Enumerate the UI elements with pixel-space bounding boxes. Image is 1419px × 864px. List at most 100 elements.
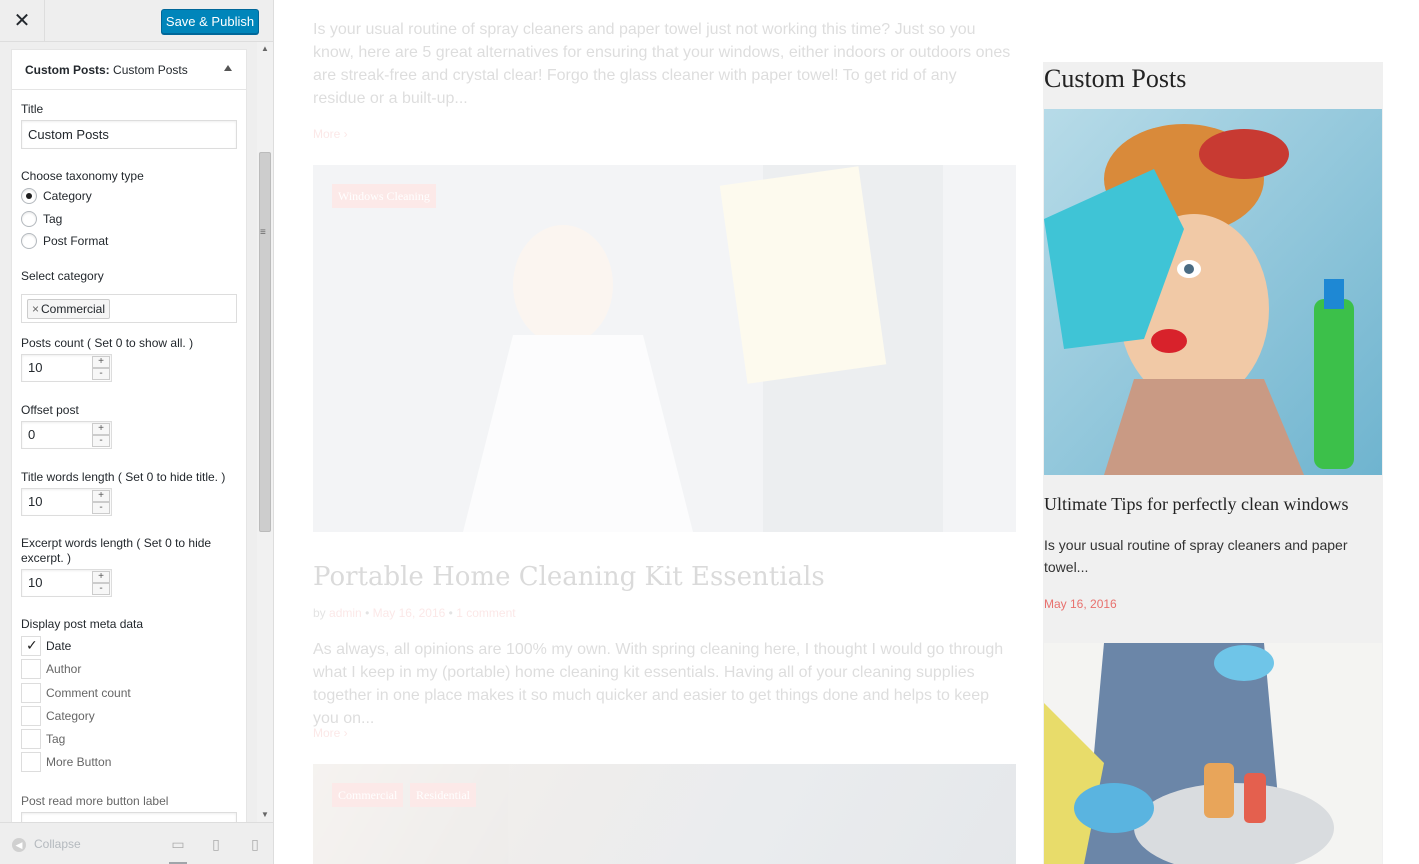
collapse-icon: ◀ <box>12 837 26 852</box>
checkbox-label: Comment count <box>46 685 131 700</box>
collapse-arrow-icon[interactable] <box>224 65 232 71</box>
taxonomy-label: Choose taxonomy type <box>21 169 144 183</box>
checkbox-label: Date <box>46 638 72 653</box>
checkbox-comment-count[interactable]: Comment count <box>21 682 131 703</box>
radio-category[interactable]: Category <box>21 186 92 204</box>
checkbox-category[interactable]: Category <box>21 705 95 726</box>
scroll-down-icon[interactable]: ▼ <box>257 808 273 822</box>
post-meta: by admin • May 16, 2016 • 1 comment <box>313 606 516 620</box>
decrement-icon[interactable]: - <box>92 502 110 514</box>
faded-post-list: Is your usual routine of spray cleaners … <box>274 0 1034 864</box>
meta-comments[interactable]: 1 comment <box>456 606 515 620</box>
post-title[interactable]: Portable Home Cleaning Kit Essentials <box>313 562 825 592</box>
excerpt-words-label: Excerpt words length ( Set 0 to hide exc… <box>21 536 212 565</box>
meta-date[interactable]: May 16, 2016 <box>373 606 446 620</box>
featured-image[interactable]: Windows Cleaning <box>313 165 1016 532</box>
title-input[interactable]: Custom Posts <box>21 120 237 149</box>
scroll-up-icon[interactable]: ▲ <box>257 42 273 56</box>
meta-separator: • <box>365 606 370 620</box>
checkbox-more-button[interactable]: More Button <box>21 751 112 772</box>
checkbox[interactable] <box>21 728 41 749</box>
category-badge[interactable]: Residential <box>410 783 476 807</box>
more-link[interactable]: More › <box>313 127 348 141</box>
widget-type-label: Custom Posts: <box>25 63 110 77</box>
widget-post-date[interactable]: May 16, 2016 <box>1044 597 1117 611</box>
widget-title-label: Custom Posts <box>113 63 188 77</box>
posts-count-label: Posts count ( Set 0 to show all. ) <box>21 336 194 350</box>
featured-image-art <box>313 165 1016 532</box>
radio-button[interactable] <box>21 232 37 249</box>
stepper-value[interactable]: 10 <box>28 489 42 515</box>
tablet-preview-icon[interactable]: ▯ <box>207 835 225 853</box>
checkbox-tag[interactable]: Tag <box>21 728 65 749</box>
custom-posts-widget: Custom Posts Ultimate Tips for perfectly… <box>1043 62 1383 864</box>
title-words-label: Title words length ( Set 0 to hide title… <box>21 470 226 484</box>
post-thumbnail[interactable] <box>1044 109 1382 475</box>
post-excerpt: Is your usual routine of spray cleaners … <box>313 21 1011 107</box>
post-thumbnail[interactable] <box>1044 643 1382 864</box>
customizer-header: ✕ Save & Publish <box>0 0 273 42</box>
checkbox-label: More Button <box>46 754 112 769</box>
meta-label: Display post meta data <box>21 617 144 631</box>
category-token[interactable]: × Commercial <box>27 299 111 319</box>
radio-tag[interactable]: Tag <box>21 209 62 227</box>
widget-panel-header[interactable]: Custom Posts: Custom Posts <box>12 50 246 90</box>
scroll-thumb[interactable] <box>259 152 271 532</box>
category-badge[interactable]: Windows Cleaning <box>332 184 436 208</box>
checkbox[interactable] <box>21 682 41 703</box>
checkbox[interactable] <box>21 705 41 726</box>
stepper-value[interactable]: 10 <box>28 570 42 596</box>
stepper-value[interactable]: 0 <box>28 422 35 448</box>
radio-button[interactable] <box>21 210 37 227</box>
radio-label: Tag <box>43 211 63 226</box>
collapse-button[interactable]: ◀ Collapse <box>12 837 81 852</box>
mobile-preview-icon[interactable]: ▯ <box>246 835 264 853</box>
site-preview: Is your usual routine of spray cleaners … <box>274 0 1419 864</box>
checkbox[interactable] <box>21 635 41 656</box>
save-publish-button[interactable]: Save & Publish <box>161 9 259 34</box>
offset-stepper[interactable]: 0 + - <box>21 421 112 449</box>
featured-image[interactable]: Commercial Residential <box>313 764 1016 864</box>
increment-icon[interactable]: + <box>92 571 110 583</box>
checkbox-date[interactable]: Date <box>21 635 72 656</box>
more-link[interactable]: More › <box>313 726 348 740</box>
decrement-icon[interactable]: - <box>92 368 110 380</box>
increment-icon[interactable]: + <box>92 490 110 502</box>
token-label: Commercial <box>41 302 106 316</box>
decrement-icon[interactable]: - <box>92 435 110 447</box>
controls-scroll-area: Custom Posts: Custom Posts Title Custom … <box>0 42 273 822</box>
checkbox[interactable] <box>21 658 41 679</box>
widget-panel: Custom Posts: Custom Posts Title Custom … <box>11 49 247 822</box>
title-words-stepper[interactable]: 10 + - <box>21 488 112 516</box>
widget-title: Custom Posts <box>1044 64 1187 93</box>
category-select[interactable]: × Commercial <box>21 294 237 323</box>
thumbnail-art <box>1044 109 1382 475</box>
close-icon[interactable]: ✕ <box>0 0 45 42</box>
meta-author[interactable]: admin <box>329 606 362 620</box>
remove-token-icon[interactable]: × <box>32 302 39 316</box>
collapse-label: Collapse <box>34 837 81 851</box>
category-label: Select category <box>21 269 104 283</box>
radio-button[interactable] <box>21 187 37 204</box>
increment-icon[interactable]: + <box>92 423 110 435</box>
sidebar-scrollbar[interactable]: ▲ ≡ ▼ <box>257 42 273 822</box>
excerpt-words-stepper[interactable]: 10 + - <box>21 569 112 597</box>
stepper-value[interactable]: 10 <box>28 355 42 381</box>
checkbox-label: Category <box>46 708 95 723</box>
checkbox-author[interactable]: Author <box>21 658 81 679</box>
widget-post-title[interactable]: Ultimate Tips for perfectly clean window… <box>1044 494 1348 515</box>
category-badge[interactable]: Commercial <box>332 783 404 807</box>
meta-separator: • <box>448 606 453 620</box>
radio-post-format[interactable]: Post Format <box>21 231 108 249</box>
posts-count-stepper[interactable]: 10 + - <box>21 354 112 382</box>
read-more-label: Post read more button label <box>21 794 169 808</box>
read-more-input[interactable] <box>21 812 237 822</box>
decrement-icon[interactable]: - <box>92 583 110 595</box>
customizer-footer: ◀ Collapse ▭ ▯ ▯ <box>0 822 273 864</box>
increment-icon[interactable]: + <box>92 356 110 368</box>
meta-by: by <box>313 606 326 620</box>
thumbnail-art <box>1044 643 1382 864</box>
desktop-preview-icon[interactable]: ▭ <box>169 835 187 864</box>
checkbox[interactable] <box>21 751 41 772</box>
post-excerpt: As always, all opinions are 100% my own.… <box>313 641 1004 727</box>
